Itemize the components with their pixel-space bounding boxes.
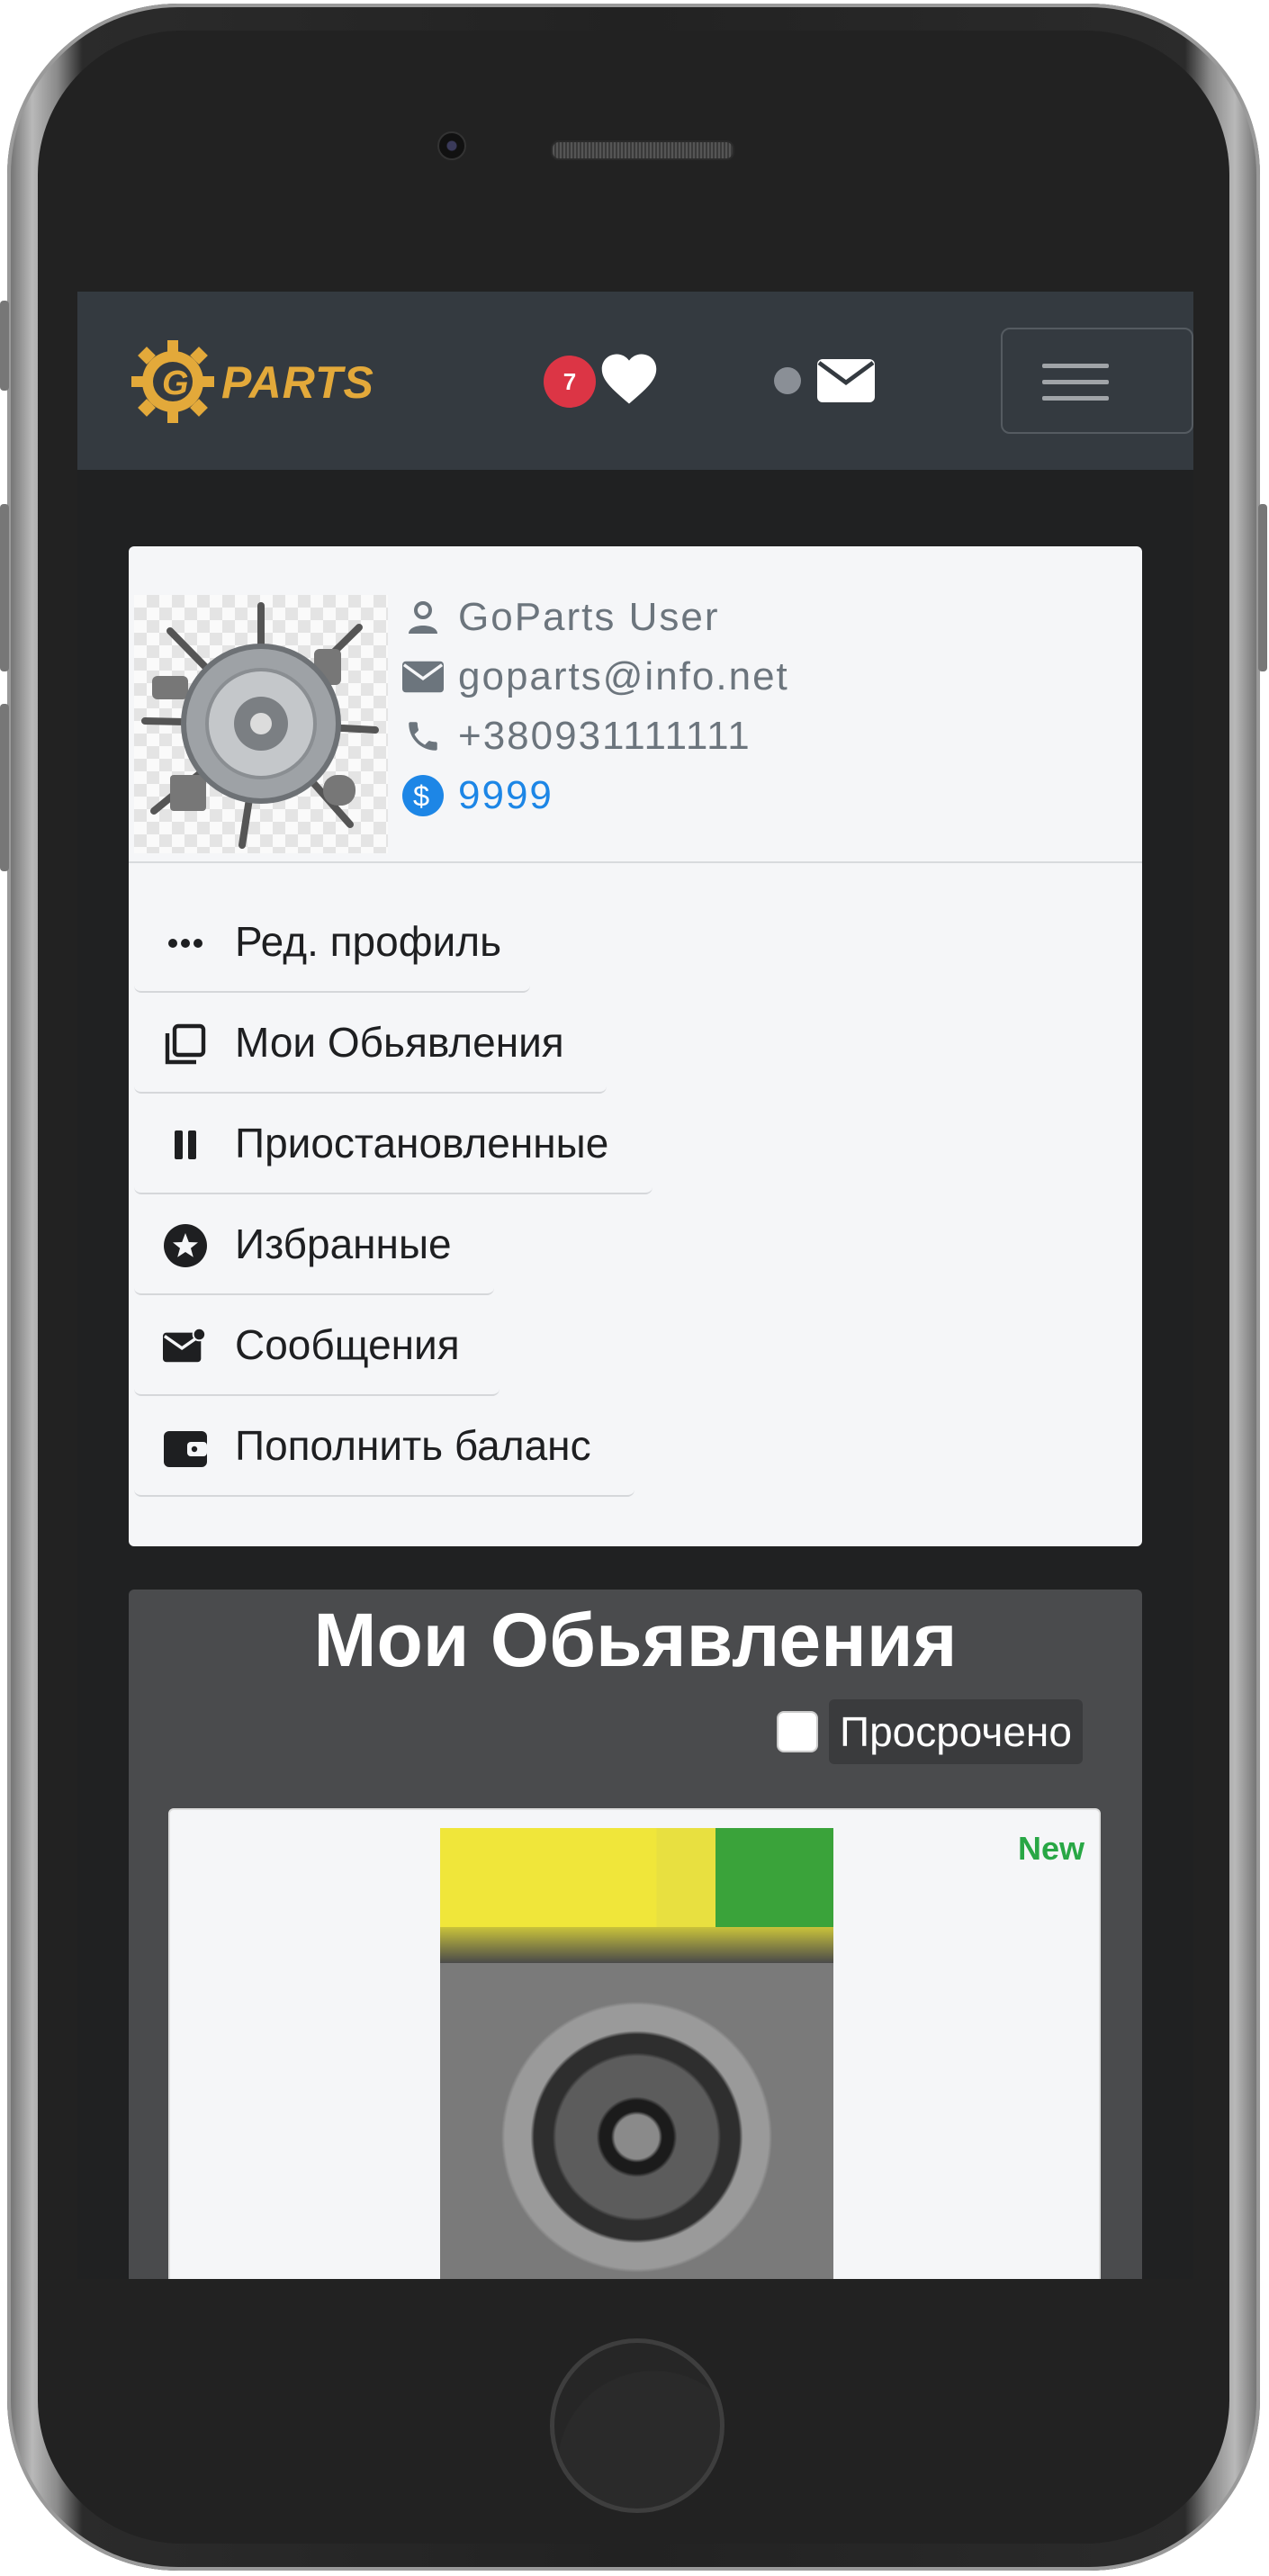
- menu-item-label: Избранные: [235, 1220, 452, 1267]
- profile-balance-row: $ 9999: [400, 766, 1120, 825]
- my-ads-title: Мои Обьявления: [313, 1598, 958, 1682]
- envelope-dot-icon: [163, 1324, 208, 1369]
- menu-item-label: Приостановленные: [235, 1120, 609, 1166]
- navbar-toggler-button[interactable]: [1001, 328, 1193, 434]
- auto-parts-image: [141, 602, 379, 849]
- person-icon: [400, 595, 446, 640]
- menu-item-label: Мои Обьявления: [235, 1019, 564, 1066]
- gear-logo-icon: G: [131, 340, 214, 423]
- star-circle-icon: [163, 1223, 208, 1268]
- avatar: [134, 595, 388, 853]
- power-button: [1258, 504, 1267, 671]
- profile-menu: Ред. профиль Мои Обьявления Приостановле…: [134, 892, 652, 1497]
- favorites-count-badge: 7: [544, 356, 596, 408]
- home-button[interactable]: [550, 2338, 724, 2513]
- menu-item-edit-profile[interactable]: Ред. профиль: [134, 892, 530, 993]
- navbar: G PARTS 7: [77, 292, 1193, 470]
- profile-card: GoParts User goparts@info.net +380931111…: [129, 546, 1142, 1546]
- profile-email: goparts@info.net: [458, 654, 789, 698]
- menu-item-label: Ред. профиль: [235, 918, 502, 965]
- mute-switch: [0, 301, 9, 391]
- expired-label[interactable]: Просрочено: [829, 1699, 1083, 1764]
- profile-phone-row: +380931111111: [400, 707, 1120, 766]
- divider: [129, 861, 1142, 863]
- svg-text:G: G: [162, 365, 189, 402]
- profile-email-row: goparts@info.net: [400, 647, 1120, 707]
- envelope-icon[interactable]: [817, 358, 875, 403]
- menu-item-messages[interactable]: Сообщения: [134, 1295, 500, 1396]
- heart-icon[interactable]: [599, 351, 659, 407]
- menu-item-label: Пополнить баланс: [235, 1422, 591, 1469]
- hamburger-line: [1042, 364, 1109, 368]
- expired-filter[interactable]: Просрочено: [777, 1699, 1083, 1764]
- dots-icon: [163, 921, 208, 966]
- hamburger-line: [1042, 396, 1109, 401]
- my-ads-section: Мои Обьявления Просрочено New: [129, 1590, 1142, 2279]
- ad-card[interactable]: New: [168, 1808, 1101, 2279]
- menu-item-label: Сообщения: [235, 1321, 460, 1368]
- profile-balance: 9999: [458, 773, 554, 817]
- status-dot: [774, 367, 801, 394]
- wallet-icon: [163, 1425, 208, 1470]
- volume-down-button: [0, 704, 9, 871]
- front-camera: [437, 131, 466, 160]
- logo-text: PARTS: [221, 357, 374, 408]
- expired-checkbox[interactable]: [777, 1711, 818, 1752]
- menu-item-my-ads[interactable]: Мои Обьявления: [134, 993, 607, 1094]
- dollar-circle-icon: $: [400, 773, 446, 818]
- phone-frame: G PARTS 7 GoParts User goparts@info.net …: [0, 4, 1267, 2571]
- goparts-logo[interactable]: G PARTS: [130, 338, 400, 425]
- profile-name-row: GoParts User: [400, 588, 1120, 647]
- collection-icon: [163, 1022, 208, 1067]
- menu-item-top-up-balance[interactable]: Пополнить баланс: [134, 1396, 634, 1497]
- hamburger-line: [1042, 380, 1109, 384]
- profile-info: GoParts User goparts@info.net +380931111…: [400, 588, 1120, 825]
- svg-text:$: $: [413, 780, 433, 813]
- ad-photo[interactable]: [440, 1828, 833, 2279]
- profile-phone: +380931111111: [458, 714, 752, 758]
- pause-icon: [163, 1122, 208, 1167]
- phone-icon: [400, 714, 446, 759]
- profile-name: GoParts User: [458, 595, 720, 639]
- volume-up-button: [0, 504, 9, 671]
- menu-item-paused[interactable]: Приостановленные: [134, 1094, 652, 1194]
- earpiece-speaker: [551, 140, 734, 160]
- screen: G PARTS 7 GoParts User goparts@info.net …: [77, 292, 1193, 2279]
- condition-badge: New: [1017, 1830, 1084, 1867]
- image-shadow: [440, 1927, 833, 1963]
- filter-box-image-part: [440, 1828, 833, 1927]
- menu-item-favorites[interactable]: Избранные: [134, 1194, 494, 1295]
- envelope-icon: [400, 654, 446, 699]
